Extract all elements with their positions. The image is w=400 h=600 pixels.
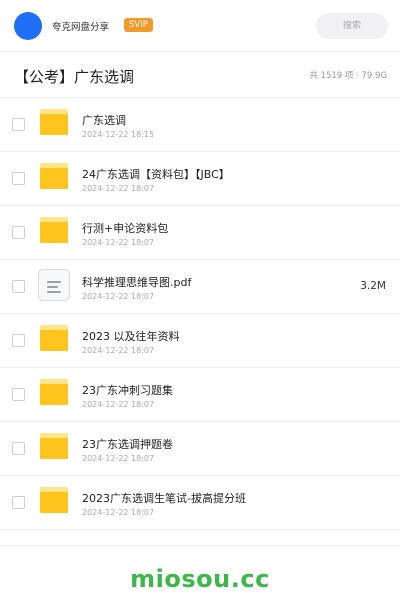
document-line — [47, 286, 58, 288]
select-checkbox[interactable] — [12, 172, 25, 185]
folder-icon-body — [40, 114, 68, 135]
file-name[interactable]: 2023广东选调生笔试-拔高提分班 — [82, 490, 246, 506]
folder-summary: 共 1519 项 · 79.9G — [309, 71, 387, 81]
avatar[interactable] — [14, 12, 42, 40]
file-name[interactable]: 科学推理思维导图.pdf — [82, 274, 191, 290]
select-checkbox[interactable] — [12, 388, 25, 401]
file-date: 2024-12-22 18:07 — [82, 184, 155, 193]
file-name[interactable]: 23广东选调押题卷 — [82, 436, 173, 452]
file-name[interactable]: 24广东选调【资料包】【JBC】 — [82, 166, 230, 182]
file-date: 2024-12-22 18:15 — [82, 130, 155, 139]
file-row[interactable]: 23广东冲刺习题集 2024-12-22 18:07 — [0, 368, 400, 422]
folder-icon-body — [40, 330, 68, 351]
file-name[interactable]: 2023 以及往年资料 — [82, 328, 180, 344]
file-row[interactable]: 23广东选调押题卷 2024-12-22 18:07 — [0, 422, 400, 476]
folder-icon-body — [40, 222, 68, 243]
folder-icon — [40, 487, 68, 513]
select-checkbox[interactable] — [12, 118, 25, 131]
file-list: 广东选调 2024-12-22 18:15 24广东选调【资料包】【JBC】 2024… — [0, 98, 400, 530]
file-row[interactable]: 行测+申论资料包 2024-12-22 18:07 — [0, 206, 400, 260]
folder-icon — [40, 325, 68, 351]
folder-icon-body — [40, 168, 68, 189]
folder-icon-body — [40, 492, 68, 513]
file-name[interactable]: 行测+申论资料包 — [82, 220, 168, 236]
file-row[interactable]: 2023广东选调生笔试-拔高提分班 2024-12-22 18:07 — [0, 476, 400, 530]
folder-header: 【公考】广东选调 共 1519 项 · 79.9G — [0, 52, 400, 98]
page-title: 【公考】广东选调 — [14, 68, 135, 86]
select-checkbox[interactable] — [12, 334, 25, 347]
document-icon — [38, 269, 70, 301]
folder-icon — [40, 433, 68, 459]
file-size: 3.2M — [360, 280, 386, 292]
folder-icon — [40, 163, 68, 189]
top-bar: 夸克网盘分享 SVIP 搜索 — [0, 0, 400, 52]
file-name[interactable]: 23广东冲刺习题集 — [82, 382, 173, 398]
select-checkbox[interactable] — [12, 226, 25, 239]
folder-icon-body — [40, 384, 68, 405]
folder-icon-body — [40, 438, 68, 459]
select-checkbox[interactable] — [12, 496, 25, 509]
file-date: 2024-12-22 18:07 — [82, 238, 155, 247]
folder-icon — [40, 379, 68, 405]
folder-icon — [40, 217, 68, 243]
folder-icon — [40, 109, 68, 135]
file-date: 2024-12-22 18:07 — [82, 346, 155, 355]
file-date: 2024-12-22 18:07 — [82, 508, 155, 517]
file-row[interactable]: 科学推理思维导图.pdf 2024-12-22 18:07 3.2M — [0, 260, 400, 314]
select-checkbox[interactable] — [12, 280, 25, 293]
svip-badge: SVIP — [124, 18, 153, 32]
select-checkbox[interactable] — [12, 442, 25, 455]
file-row[interactable]: 2023 以及往年资料 2024-12-22 18:07 — [0, 314, 400, 368]
document-line — [47, 281, 61, 283]
document-line — [47, 291, 61, 293]
file-date: 2024-12-22 18:07 — [82, 292, 155, 301]
file-date: 2024-12-22 18:07 — [82, 454, 155, 463]
file-row[interactable]: 24广东选调【资料包】【JBC】 2024-12-22 18:07 — [0, 152, 400, 206]
file-date: 2024-12-22 18:07 — [82, 400, 155, 409]
watermark: miosou.cc — [130, 565, 270, 593]
share-username: 夸克网盘分享 — [52, 22, 110, 33]
file-row[interactable]: 广东选调 2024-12-22 18:15 — [0, 98, 400, 152]
search-input[interactable]: 搜索 — [316, 13, 388, 39]
footer: miosou.cc — [0, 545, 400, 600]
file-name[interactable]: 广东选调 — [82, 112, 126, 128]
